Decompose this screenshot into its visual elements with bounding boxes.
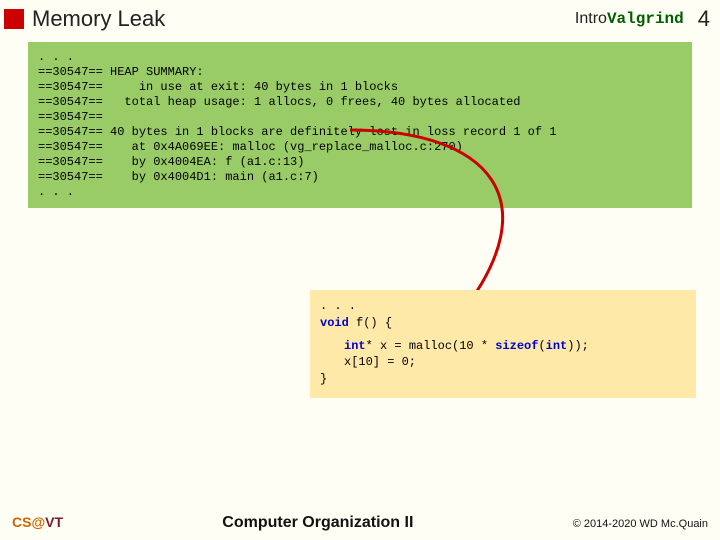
title-bar: Memory Leak Intro Valgrind 4: [0, 0, 720, 36]
code-close: }: [320, 371, 686, 388]
slide-title: Memory Leak: [32, 6, 575, 32]
code-sig-rest: f() {: [349, 316, 392, 330]
code-ellipsis: . . .: [320, 298, 686, 315]
code-sig: void f() {: [320, 315, 686, 332]
code-kw-int1: int: [344, 339, 366, 353]
footer-left: CS@VT: [12, 514, 63, 530]
accent-square-icon: [4, 9, 24, 29]
footer-right: © 2014-2020 WD Mc.Quain: [573, 518, 708, 530]
code-kw-int2: int: [546, 339, 568, 353]
code-kw-void: void: [320, 316, 349, 330]
intro-label: Intro: [575, 10, 607, 28]
footer-center: Computer Organization II: [63, 514, 573, 532]
page-number: 4: [698, 6, 710, 32]
valgrind-label: Valgrind: [607, 10, 684, 28]
valgrind-output-block: . . . ==30547== HEAP SUMMARY: ==30547== …: [28, 42, 692, 208]
footer: CS@VT Computer Organization II © 2014-20…: [0, 514, 720, 532]
code-kw-sizeof: sizeof: [495, 339, 538, 353]
code-malloc-line: int* x = malloc(10 * sizeof(int));: [320, 338, 686, 355]
code-snippet-block: . . . void f() { int* x = malloc(10 * si…: [310, 290, 696, 398]
code-assign-line: x[10] = 0;: [320, 354, 686, 371]
